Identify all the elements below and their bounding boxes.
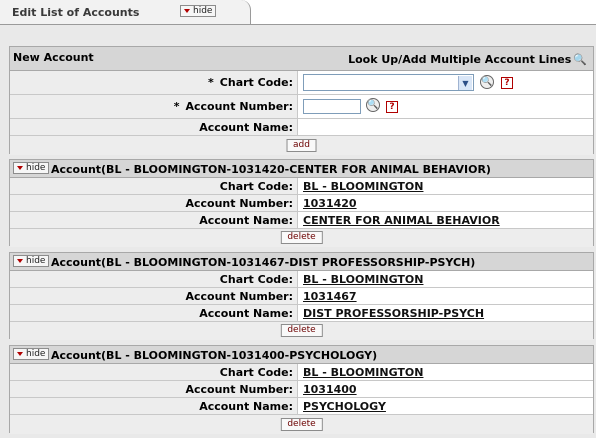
account-name-label: Account Name: xyxy=(10,119,298,135)
chart-code-label: * Chart Code: xyxy=(10,71,298,94)
add-row: add xyxy=(10,136,593,155)
account-name-link[interactable]: CENTER FOR ANIMAL BEHAVIOR xyxy=(303,214,500,227)
collapse-triangle-icon xyxy=(184,9,190,13)
tab-title: Edit List of Accounts xyxy=(12,6,140,19)
account-name-row: Account Name: PSYCHOLOGY xyxy=(10,398,593,415)
chart-code-row: Chart Code: BL - BLOOMINGTON xyxy=(10,364,593,381)
magnifier-icon: 🔍 xyxy=(573,53,587,66)
account-hide-button[interactable]: hide xyxy=(13,162,50,174)
account-number-label: Account Number: xyxy=(10,195,298,211)
collapse-triangle-icon xyxy=(17,259,23,263)
account-name-label: Account Name: xyxy=(10,305,298,321)
required-marker: * xyxy=(208,76,214,89)
lookup-multiple-link[interactable]: Look Up/Add Multiple Account Lines 🔍 xyxy=(348,53,587,66)
account-section-3: hide Account(BL - BLOOMINGTON-1031400-PS… xyxy=(9,345,594,434)
new-chart-code-row: * Chart Code: ▼ 🔍 ? xyxy=(10,71,593,95)
account-name-link[interactable]: PSYCHOLOGY xyxy=(303,400,386,413)
account-title: Account(BL - BLOOMINGTON-1031467-DIST PR… xyxy=(51,256,476,269)
delete-button[interactable]: delete xyxy=(280,418,323,431)
add-button[interactable]: add xyxy=(286,139,317,152)
account-number-row: Account Number: 1031420 xyxy=(10,195,593,212)
chart-code-link[interactable]: BL - BLOOMINGTON xyxy=(303,180,423,193)
edit-accounts-tab: Edit List of Accounts hide xyxy=(0,0,251,24)
delete-row: delete xyxy=(10,415,593,434)
account-name-row: Account Name: DIST PROFESSORSHIP-PSYCH xyxy=(10,305,593,322)
accounts-panel: New Account Look Up/Add Multiple Account… xyxy=(0,24,596,438)
chart-code-label: Chart Code: xyxy=(10,271,298,287)
account-name-label: Account Name: xyxy=(10,212,298,228)
account-title: Account(BL - BLOOMINGTON-1031420-CENTER … xyxy=(51,163,491,176)
delete-row: delete xyxy=(10,322,593,340)
chart-code-link[interactable]: BL - BLOOMINGTON xyxy=(303,366,423,379)
account-name-row: Account Name: CENTER FOR ANIMAL BEHAVIOR xyxy=(10,212,593,229)
account-title: Account(BL - BLOOMINGTON-1031400-PSYCHOL… xyxy=(51,349,378,362)
tab-hide-label: hide xyxy=(193,6,213,16)
delete-row: delete xyxy=(10,229,593,247)
account-number-label: * Account Number: xyxy=(10,95,298,118)
account-number-link[interactable]: 1031467 xyxy=(303,290,357,303)
account-header: hide Account(BL - BLOOMINGTON-1031467-DI… xyxy=(10,253,593,271)
account-header: hide Account(BL - BLOOMINGTON-1031400-PS… xyxy=(10,346,593,364)
account-number-link[interactable]: 1031400 xyxy=(303,383,357,396)
new-account-number-row: * Account Number: 🔍 ? xyxy=(10,95,593,119)
account-number-row: Account Number: 1031400 xyxy=(10,381,593,398)
chart-code-lookup-icon[interactable]: 🔍 xyxy=(480,75,494,89)
account-hide-button[interactable]: hide xyxy=(13,255,50,267)
chart-code-row: Chart Code: BL - BLOOMINGTON xyxy=(10,178,593,195)
account-section-2: hide Account(BL - BLOOMINGTON-1031467-DI… xyxy=(9,252,594,340)
account-name-link[interactable]: DIST PROFESSORSHIP-PSYCH xyxy=(303,307,484,320)
account-header: hide Account(BL - BLOOMINGTON-1031420-CE… xyxy=(10,160,593,178)
account-section-1: hide Account(BL - BLOOMINGTON-1031420-CE… xyxy=(9,159,594,247)
account-number-input[interactable] xyxy=(303,99,361,114)
account-number-row: Account Number: 1031467 xyxy=(10,288,593,305)
chart-code-link[interactable]: BL - BLOOMINGTON xyxy=(303,273,423,286)
account-number-link[interactable]: 1031420 xyxy=(303,197,357,210)
delete-button[interactable]: delete xyxy=(280,231,323,244)
collapse-triangle-icon xyxy=(17,166,23,170)
chart-code-select[interactable]: ▼ xyxy=(303,74,474,91)
collapse-triangle-icon xyxy=(17,352,23,356)
new-account-title: New Account xyxy=(13,51,94,64)
account-number-label: Account Number: xyxy=(10,381,298,397)
tab-hide-button[interactable]: hide xyxy=(180,5,217,17)
account-name-label: Account Name: xyxy=(10,398,298,414)
account-number-lookup-icon[interactable]: 🔍 xyxy=(366,98,380,112)
chart-code-label: Chart Code: xyxy=(10,178,298,194)
account-number-help-icon[interactable]: ? xyxy=(386,101,398,113)
chevron-down-icon: ▼ xyxy=(458,76,472,90)
new-account-header: New Account Look Up/Add Multiple Account… xyxy=(10,47,593,71)
delete-button[interactable]: delete xyxy=(280,324,323,337)
chart-code-help-icon[interactable]: ? xyxy=(501,77,513,89)
account-number-label: Account Number: xyxy=(10,288,298,304)
chart-code-label: Chart Code: xyxy=(10,364,298,380)
new-account-section: New Account Look Up/Add Multiple Account… xyxy=(9,46,594,155)
new-account-name-row: Account Name: xyxy=(10,119,593,136)
lookup-multiple-label: Look Up/Add Multiple Account Lines xyxy=(348,53,572,66)
chart-code-row: Chart Code: BL - BLOOMINGTON xyxy=(10,271,593,288)
account-hide-button[interactable]: hide xyxy=(13,348,50,360)
